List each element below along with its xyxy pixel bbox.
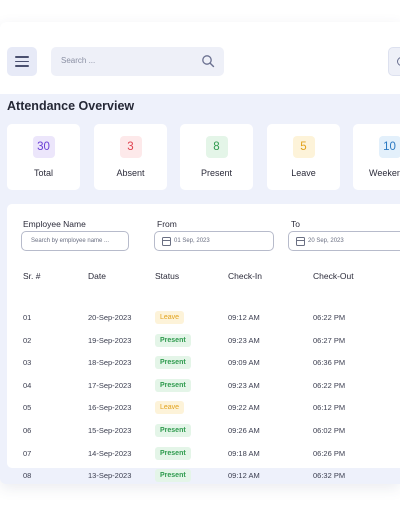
app-window: Search ... Attendance Overview 30 Total …	[0, 22, 400, 484]
status-badge: Present	[155, 378, 191, 392]
stat-label: Total	[33, 168, 53, 178]
header-sr: Sr. #	[23, 271, 41, 281]
table-row[interactable]: 04 17-Sep-2023 Present 09:23 AM 06:22 PM	[7, 375, 400, 397]
search-icon[interactable]	[201, 54, 215, 68]
header-check-in: Check-In	[228, 271, 263, 281]
employee-search-field[interactable]: Search by employee name ...	[21, 231, 129, 251]
cell-sr: 08	[23, 471, 32, 481]
cell-check-out: 06:36 PM	[313, 358, 346, 368]
cell-check-out: 06:26 PM	[313, 448, 346, 458]
stat-value: 10	[378, 136, 400, 158]
header-status: Status	[155, 271, 180, 281]
stat-label: Weeken	[369, 168, 400, 178]
cell-sr: 01	[23, 313, 32, 322]
cell-check-in: 09:12 AM	[228, 471, 260, 481]
table-row[interactable]: 03 18-Sep-2023 Present 09:09 AM 06:36 PM	[7, 352, 400, 374]
cell-check-in: 09:12 AM	[228, 313, 260, 322]
status-badge: Leave	[155, 401, 185, 415]
table-row[interactable]: 08 13-Sep-2023 Present 09:12 AM 06:32 PM	[7, 465, 400, 484]
table-row[interactable]: 07 14-Sep-2023 Present 09:18 AM 06:26 PM	[7, 443, 400, 465]
cell-check-in: 09:23 AM	[228, 380, 260, 390]
cell-date: 18-Sep-2023	[88, 358, 132, 368]
cell-sr: 07	[23, 448, 32, 458]
stat-card-absent: 3 Absent	[94, 124, 167, 190]
stat-label: Absent	[116, 168, 145, 178]
top-bar: Search ...	[0, 22, 400, 94]
table-row[interactable]: 06 15-Sep-2023 Present 09:26 AM 06:02 PM	[7, 420, 400, 442]
cell-check-in: 09:09 AM	[228, 358, 260, 368]
status-badge: Present	[155, 424, 191, 437]
cell-date: 17-Sep-2023	[88, 380, 132, 390]
cell-check-out: 06:02 PM	[313, 426, 346, 435]
cell-date: 16-Sep-2023	[88, 403, 132, 413]
stat-value: 8	[205, 136, 228, 158]
menu-button[interactable]	[7, 47, 37, 76]
cell-sr: 06	[23, 426, 32, 435]
stat-card-total: 30 Total	[7, 124, 80, 190]
status-badge: Present	[155, 446, 191, 460]
cell-date: 15-Sep-2023	[88, 426, 132, 435]
employee-search-placeholder: Search by employee name ...	[31, 238, 110, 244]
cell-date: 19-Sep-2023	[88, 335, 132, 345]
cell-check-in: 09:22 AM	[228, 403, 260, 413]
status-badge: Leave	[155, 311, 185, 324]
cell-check-out: 06:22 PM	[313, 380, 346, 390]
from-date-field[interactable]: 01 Sep, 2023	[154, 231, 274, 251]
cell-check-out: 06:12 PM	[313, 403, 346, 413]
calendar-icon	[296, 237, 305, 246]
cell-date: 13-Sep-2023	[88, 471, 132, 481]
status-badge: Present	[155, 333, 191, 347]
to-date-field[interactable]: 20 Sep, 2023	[288, 231, 400, 251]
search-input[interactable]: Search ...	[51, 47, 224, 76]
stat-card-weekend: 10 Weeken	[353, 124, 400, 190]
cell-sr: 03	[23, 358, 32, 368]
stat-label: Present	[200, 168, 233, 178]
table-row[interactable]: 05 16-Sep-2023 Leave 09:22 AM 06:12 PM	[7, 397, 400, 419]
cell-check-out: 06:22 PM	[313, 313, 346, 322]
page-title: Attendance Overview	[7, 99, 135, 113]
cell-date: 20-Sep-2023	[88, 313, 132, 322]
status-badge: Present	[155, 469, 191, 483]
stat-value: 3	[119, 136, 142, 158]
header-check-out: Check-Out	[313, 271, 354, 281]
cell-sr: 04	[23, 380, 32, 390]
table-row[interactable]: 02 19-Sep-2023 Present 09:23 AM 06:27 PM	[7, 330, 400, 352]
header-date: Date	[88, 271, 106, 281]
status-badge: Present	[155, 356, 191, 370]
cell-sr: 02	[23, 335, 32, 345]
cell-check-in: 09:26 AM	[228, 426, 260, 435]
menu-icon	[15, 56, 29, 58]
from-label: From	[157, 219, 177, 229]
to-label: To	[291, 219, 300, 229]
stat-value: 5	[292, 136, 315, 158]
calendar-icon	[162, 237, 171, 246]
to-date-value: 20 Sep, 2023	[308, 238, 344, 244]
cell-check-out: 06:32 PM	[313, 471, 346, 481]
cell-sr: 05	[23, 403, 32, 413]
search-placeholder: Search ...	[61, 56, 96, 65]
attendance-panel: Employee Name Search by employee name ..…	[7, 204, 400, 483]
stat-value: 30	[32, 136, 55, 158]
stat-card-leave: 5 Leave	[267, 124, 340, 190]
cell-check-in: 09:18 AM	[228, 448, 260, 458]
stat-label: Leave	[291, 168, 316, 178]
table-row[interactable]: 01 20-Sep-2023 Leave 09:12 AM 06:22 PM	[7, 307, 400, 329]
cell-check-out: 06:27 PM	[313, 335, 346, 345]
settings-button[interactable]	[388, 47, 400, 76]
cell-date: 14-Sep-2023	[88, 448, 132, 458]
employee-name-label: Employee Name	[23, 219, 86, 229]
from-date-value: 01 Sep, 2023	[174, 238, 210, 244]
cell-check-in: 09:23 AM	[228, 335, 260, 345]
stat-card-present: 8 Present	[180, 124, 253, 190]
